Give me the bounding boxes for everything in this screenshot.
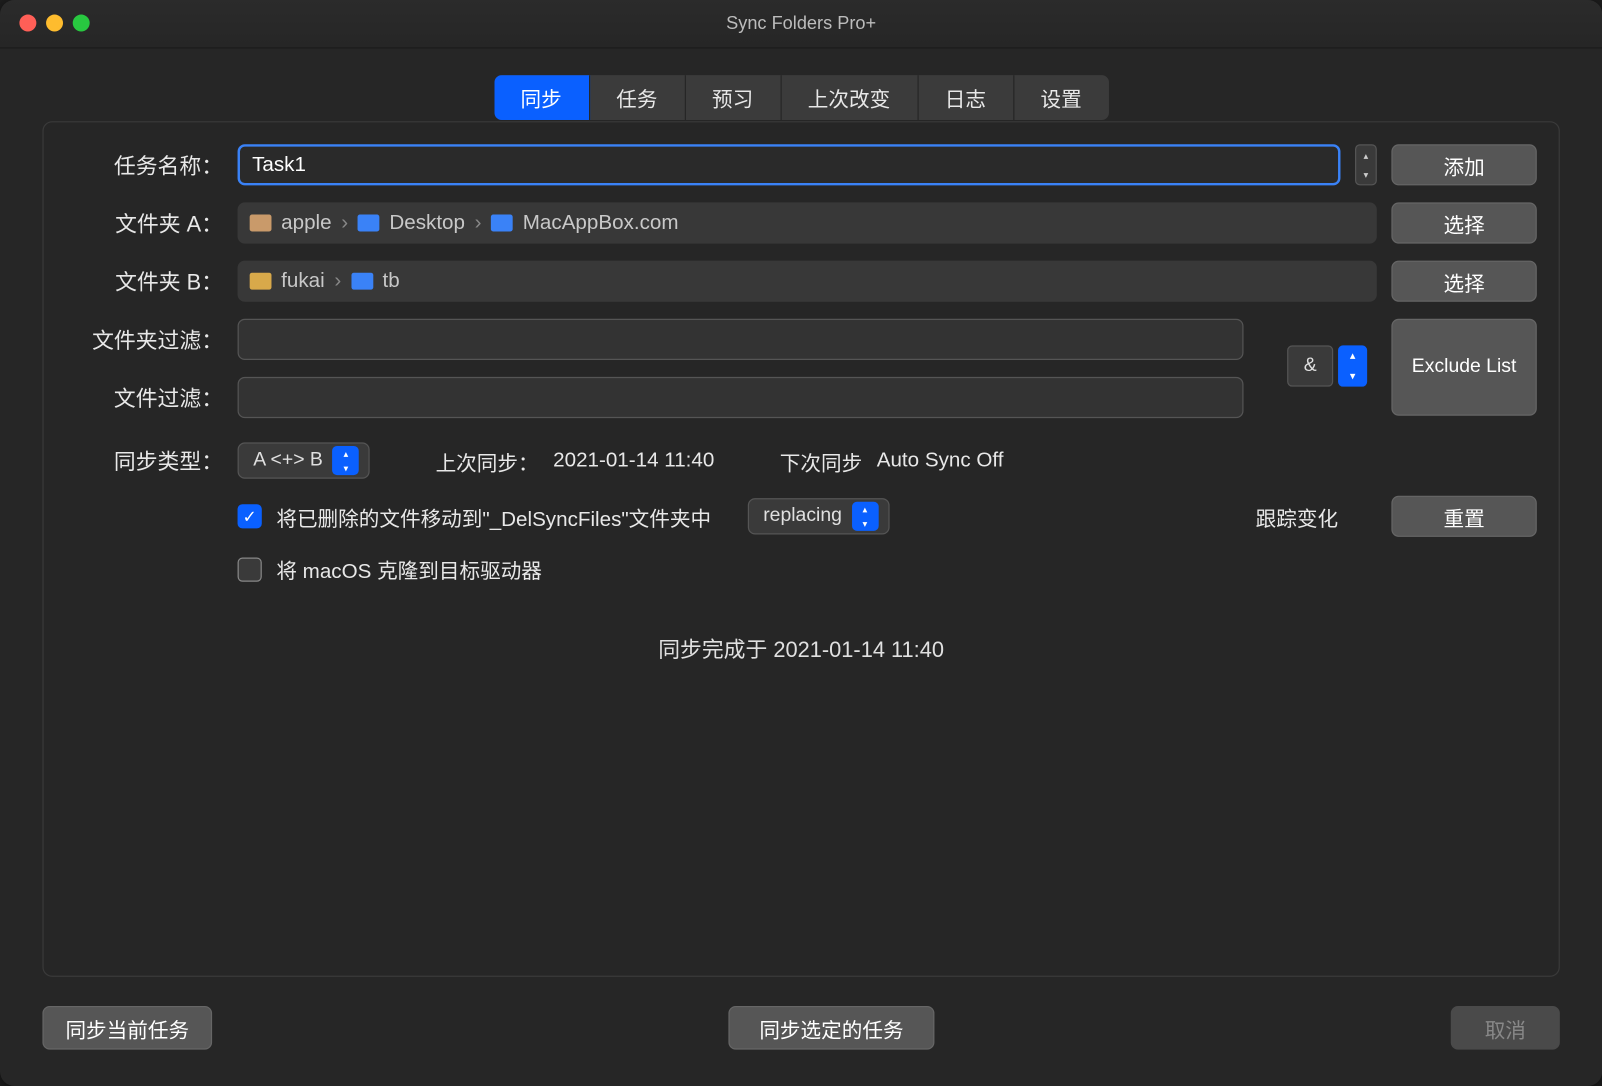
disk-icon: [250, 273, 272, 290]
replacing-value: replacing: [763, 505, 842, 527]
path-segment: Desktop: [389, 211, 465, 235]
file-filter-label: 文件过滤：: [65, 382, 223, 414]
last-sync-value: 2021-01-14 11:40: [553, 448, 714, 472]
add-button[interactable]: 添加: [1391, 144, 1536, 185]
move-deleted-checkbox[interactable]: ✓: [238, 504, 262, 528]
folder-icon: [358, 215, 380, 232]
filter-and-operator[interactable]: &: [1287, 345, 1333, 386]
last-sync-label: 上次同步：: [436, 445, 539, 475]
tab-segments: 同步 任务 预习 上次改变 日志 设置: [494, 75, 1108, 120]
replacing-select[interactable]: replacing ▴▾: [747, 498, 889, 534]
chevron-right-icon: ›: [475, 211, 482, 235]
chevron-right-icon: ›: [334, 269, 341, 293]
sync-type-select[interactable]: A <+> B ▴▾: [238, 442, 371, 478]
sync-selected-button[interactable]: 同步选定的任务: [728, 1006, 934, 1050]
clone-macos-checkbox[interactable]: [238, 557, 262, 581]
folder-a-label: 文件夹 A：: [65, 207, 223, 239]
status-message: 同步完成于 2021-01-14 11:40: [65, 633, 1536, 665]
chevron-right-icon: ›: [341, 211, 348, 235]
sync-current-button[interactable]: 同步当前任务: [42, 1006, 212, 1050]
filter-group: 文件夹过滤： 文件过滤： & ▴▾ Exclude List: [65, 319, 1536, 435]
folder-b-label: 文件夹 B：: [65, 265, 223, 297]
tab-preview[interactable]: 预习: [685, 75, 781, 120]
window-title: Sync Folders Pro+: [726, 13, 876, 34]
home-icon: [250, 215, 272, 232]
minimize-icon[interactable]: [46, 15, 63, 32]
tabbar: 同步 任务 预习 上次改变 日志 设置: [0, 75, 1602, 120]
dropdown-arrow-icon: ▴▾: [852, 502, 879, 531]
chevron-up-icon: ▴: [1356, 145, 1375, 164]
move-deleted-label: 将已删除的文件移动到"_DelSyncFiles"文件夹中: [276, 501, 711, 531]
exclude-list-button[interactable]: Exclude List: [1391, 319, 1536, 416]
maximize-icon[interactable]: [73, 15, 90, 32]
bottom-bar: 同步当前任务 同步选定的任务 取消: [42, 1006, 1559, 1050]
tab-sync[interactable]: 同步: [494, 75, 590, 120]
tab-tasks[interactable]: 任务: [590, 75, 686, 120]
row-sync-type: 同步类型： A <+> B ▴▾ 上次同步： 2021-01-14 11:40 …: [65, 442, 1536, 478]
path-segment: MacAppBox.com: [523, 211, 679, 235]
row-file-filter: 文件过滤：: [65, 377, 1277, 418]
folder-b-path[interactable]: fukai › tb: [238, 261, 1377, 302]
track-changes-label: 跟踪变化: [1256, 501, 1338, 531]
tab-last-changes[interactable]: 上次改变: [781, 75, 918, 120]
sync-type-value: A <+> B: [253, 450, 323, 472]
choose-folder-a-button[interactable]: 选择: [1391, 202, 1536, 243]
path-segment: tb: [382, 269, 399, 293]
folder-filter-input[interactable]: [238, 319, 1244, 360]
next-sync-value: Auto Sync Off: [877, 448, 1004, 472]
tab-settings[interactable]: 设置: [1014, 75, 1109, 120]
app-window: Sync Folders Pro+ 同步 任务 预习 上次改变 日志 设置 任务…: [0, 0, 1602, 1086]
folder-a-path[interactable]: apple › Desktop › MacAppBox.com: [238, 202, 1377, 243]
clone-macos-label: 将 macOS 克隆到目标驱动器: [276, 554, 542, 584]
next-sync-label: 下次同步: [780, 445, 862, 475]
task-name-input[interactable]: Task1: [238, 144, 1341, 185]
folder-icon: [351, 273, 373, 290]
path-segment: fukai: [281, 269, 325, 293]
cancel-button[interactable]: 取消: [1451, 1006, 1560, 1050]
dropdown-arrow-icon: ▴▾: [333, 446, 360, 475]
chevron-down-icon: ▾: [1356, 165, 1375, 184]
traffic-lights: [19, 15, 89, 32]
row-folder-a: 文件夹 A： apple › Desktop › MacAppBox.com 选…: [65, 202, 1536, 243]
filter-operator-select[interactable]: ▴▾: [1338, 345, 1367, 386]
file-filter-input[interactable]: [238, 377, 1244, 418]
row-folder-filter: 文件夹过滤：: [65, 319, 1277, 360]
exclude-list-label: Exclude List: [1412, 355, 1517, 380]
chevron-up-icon: ▴: [1338, 345, 1367, 366]
titlebar: Sync Folders Pro+: [0, 0, 1602, 48]
path-segment: apple: [281, 211, 331, 235]
reset-button[interactable]: 重置: [1391, 496, 1536, 537]
chevron-down-icon: ▾: [1338, 366, 1367, 387]
task-name-label: 任务名称：: [65, 149, 223, 181]
tab-log[interactable]: 日志: [918, 75, 1014, 120]
row-clone-macos: 将 macOS 克隆到目标驱动器: [238, 554, 1537, 584]
sync-type-label: 同步类型：: [65, 445, 223, 477]
row-folder-b: 文件夹 B： fukai › tb 选择: [65, 261, 1536, 302]
folder-filter-label: 文件夹过滤：: [65, 324, 223, 356]
row-move-deleted: ✓ 将已删除的文件移动到"_DelSyncFiles"文件夹中 replacin…: [238, 496, 1537, 537]
folder-icon: [491, 215, 513, 232]
row-task-name: 任务名称： Task1 ▴▾ 添加: [65, 144, 1536, 185]
choose-folder-b-button[interactable]: 选择: [1391, 261, 1536, 302]
task-stepper[interactable]: ▴▾: [1355, 144, 1377, 185]
close-icon[interactable]: [19, 15, 36, 32]
content-panel: 任务名称： Task1 ▴▾ 添加 文件夹 A： apple › Desktop…: [42, 121, 1559, 977]
